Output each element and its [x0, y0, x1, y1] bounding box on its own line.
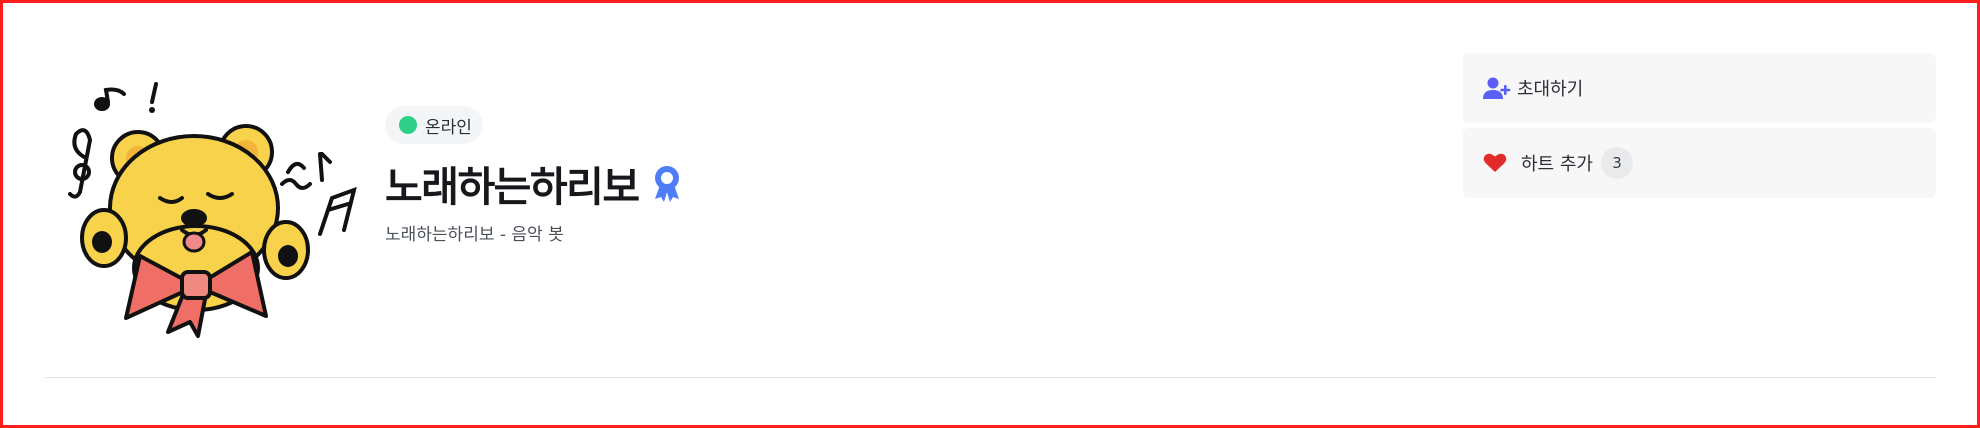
- status-badge: 온라인: [385, 106, 483, 144]
- user-plus-icon: [1483, 76, 1517, 100]
- divider: [45, 377, 1936, 378]
- invite-label: 초대하기: [1517, 79, 1584, 100]
- heart-count-badge: 3: [1600, 147, 1633, 179]
- online-dot-icon: [399, 116, 417, 134]
- status-label: 온라인: [425, 117, 472, 138]
- award-ribbon-icon: [651, 163, 683, 203]
- heart-label: 하트 추가: [1521, 154, 1593, 175]
- heart-icon: [1483, 151, 1517, 175]
- bot-name: 노래하는하리보: [385, 163, 640, 211]
- bot-avatar: [60, 80, 370, 340]
- title-row: 노래하는하리보: [385, 154, 683, 212]
- profile-actions: 초대하기 하트 추가 3: [1463, 53, 1936, 198]
- bot-subtitle: 노래하는하리보 - 음악 봇: [385, 225, 564, 245]
- invite-button[interactable]: 초대하기: [1463, 53, 1936, 123]
- add-heart-button[interactable]: 하트 추가 3: [1463, 128, 1936, 198]
- profile-info: 온라인 노래하는하리보 노래하는하리보 - 음악 봇: [385, 106, 683, 245]
